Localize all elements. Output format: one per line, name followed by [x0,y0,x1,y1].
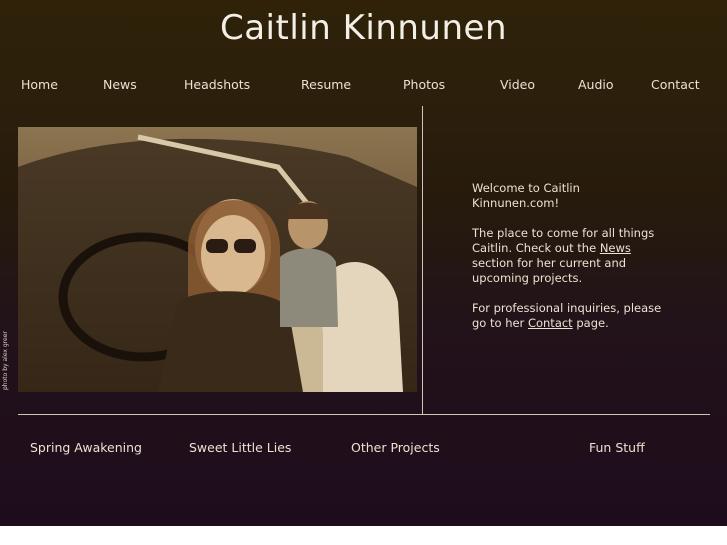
welcome-text: Welcome to Caitlin Kinnunen.com! The pla… [472,181,662,346]
hero-photo [18,127,417,392]
main-nav: Home News Headshots Resume Photos Video … [0,77,727,95]
horizontal-divider [18,414,710,415]
nav-headshots-link[interactable]: Headshots [184,77,250,92]
nav-video-link[interactable]: Video [500,77,535,92]
sweet-little-lies-link[interactable]: Sweet Little Lies [189,440,291,455]
nav-resume-link[interactable]: Resume [301,77,351,92]
welcome-news-paragraph: The place to come for all things Caitlin… [472,226,662,286]
inline-contact-link[interactable]: Contact [528,316,573,330]
welcome-line: Welcome to Caitlin Kinnunen.com! [472,181,580,210]
photo-credit: photo by alex greer [2,331,9,390]
nav-home-link[interactable]: Home [21,77,58,92]
fun-stuff-link[interactable]: Fun Stuff [589,440,645,455]
welcome-news-text-after: section for her current and upcoming pro… [472,256,627,285]
page-background: Caitlin Kinnunen Home News Headshots Res… [0,0,727,526]
welcome-contact-text-after: page. [572,316,609,330]
welcome-contact-paragraph: For professional inquiries, please go to… [472,301,662,331]
nav-photos-link[interactable]: Photos [403,77,445,92]
hero-photo-image [18,127,417,392]
site-title: Caitlin Kinnunen [219,8,507,48]
nav-contact-link[interactable]: Contact [651,77,700,92]
nav-news-link[interactable]: News [103,77,137,92]
nav-audio-link[interactable]: Audio [578,77,614,92]
inline-news-link[interactable]: News [600,241,631,255]
spring-awakening-link[interactable]: Spring Awakening [30,440,142,455]
other-projects-link[interactable]: Other Projects [351,440,440,455]
vertical-divider [422,106,423,414]
